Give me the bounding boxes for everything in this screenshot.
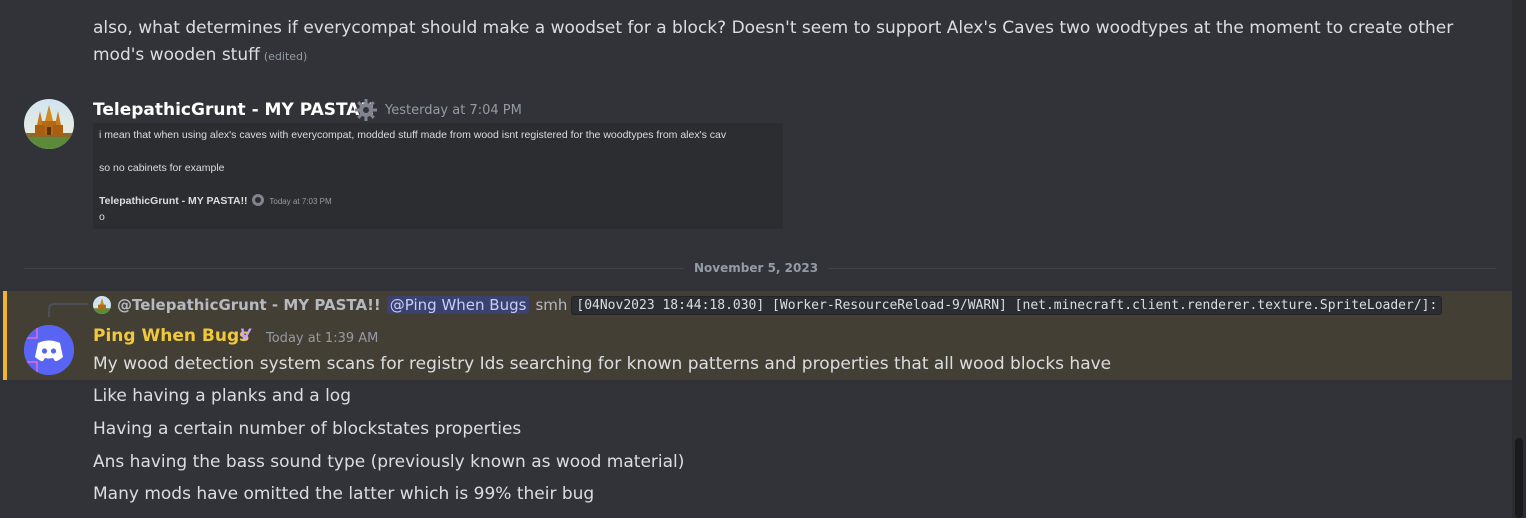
- mention-pill[interactable]: @Ping When Bugs: [386, 296, 530, 314]
- edited-label: (edited): [263, 50, 308, 63]
- message-text-line: Ans having the bass sound type (previous…: [93, 452, 685, 472]
- chat-scroller[interactable]: also, what determines if everycompat sho…: [0, 0, 1512, 518]
- avatar-telepathicgrunt[interactable]: [24, 99, 74, 149]
- message-text-line: Many mods have omitted the latter which …: [93, 484, 595, 504]
- date-divider-label: November 5, 2023: [684, 261, 829, 276]
- message-text: also, what determines if everycompat sho…: [93, 18, 1454, 38]
- reply-text: smh: [535, 296, 568, 314]
- message-text-line: My wood detection system scans for regis…: [93, 354, 1112, 374]
- message-timestamp[interactable]: Yesterday at 7:04 PM: [385, 103, 522, 119]
- temple-avatar: [24, 99, 74, 149]
- message-text-line: also, what determines if everycompat sho…: [93, 17, 1453, 39]
- message-timestamp[interactable]: Today at 1:39 AM: [266, 331, 378, 347]
- discord-logo-icon: [24, 325, 74, 375]
- scrollbar-thumb[interactable]: [1515, 438, 1523, 518]
- attachment-text: i mean that when using alex's caves with…: [99, 129, 727, 141]
- reply-avatar: [93, 296, 111, 314]
- reply-spine: [48, 303, 88, 317]
- attachment-text: o: [99, 211, 105, 223]
- attachment-author-name: TelepathicGrunt - MY PASTA!!: [99, 195, 248, 207]
- avatar-ping-when-bugs[interactable]: [24, 325, 74, 375]
- message-text: mod's wooden stuff: [93, 45, 260, 65]
- reply-preview[interactable]: @TelepathicGrunt - MY PASTA!! @Ping When…: [93, 294, 1443, 316]
- gear-icon: [252, 194, 265, 206]
- message-text-line: Like having a planks and a log: [93, 386, 351, 406]
- message-text-line: mod's wooden stuff (edited): [93, 44, 307, 68]
- role-badge-icon: V: [240, 327, 251, 343]
- message-text-line: Having a certain number of blockstates p…: [93, 419, 522, 439]
- gear-icon: [354, 98, 378, 126]
- author-name[interactable]: Ping When Bugs: [93, 325, 249, 347]
- reply-author[interactable]: @TelepathicGrunt - MY PASTA!!: [117, 296, 381, 314]
- attachment-author: TelepathicGrunt - MY PASTA!! Today at 7:…: [99, 194, 332, 207]
- author-name[interactable]: TelepathicGrunt - MY PASTA!!: [93, 99, 375, 121]
- attachment-timestamp: Today at 7:03 PM: [269, 197, 332, 206]
- attachment-text: so no cabinets for example: [99, 162, 225, 174]
- screenshot-attachment[interactable]: i mean that when using alex's caves with…: [93, 123, 783, 229]
- reply-code: [04Nov2023 18:44:18.030] [Worker-Resourc…: [571, 295, 1443, 315]
